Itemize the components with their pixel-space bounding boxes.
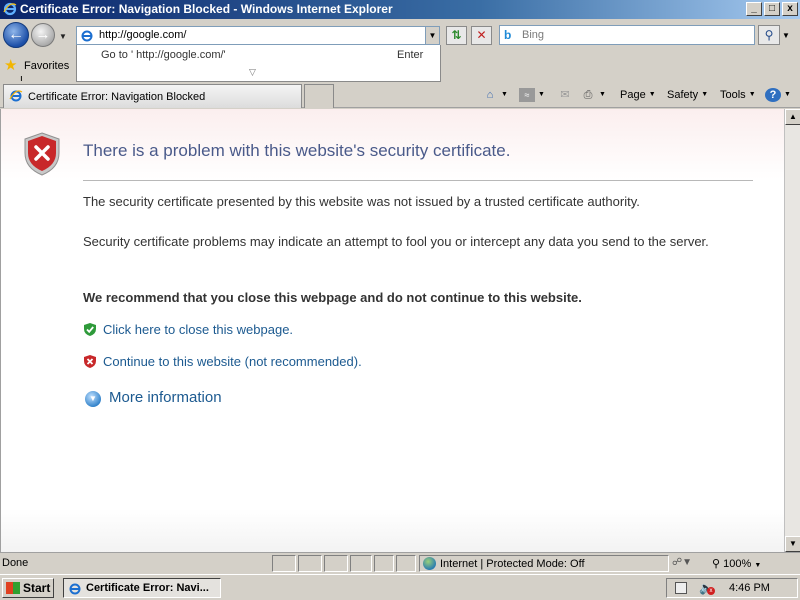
more-information-label: More information [109,389,222,406]
status-text: Done [2,557,29,569]
zoom-level: 100% [723,558,752,570]
error-warning: Security certificate problems may indica… [83,234,709,249]
status-bar: Done Internet | Protected Mode: Off ☍▼ ⚲… [0,552,800,574]
start-label: Start [23,581,51,595]
clock[interactable]: 4:46 PM [729,582,770,594]
safety-menu-label: Safety [667,89,699,101]
protected-mode-icon[interactable]: ☍▼ [672,557,692,568]
tab-certificate-error[interactable]: Certificate Error: Navigation Blocked [3,84,302,108]
ie-page-icon [81,30,93,42]
error-explanation: The security certificate presented by th… [83,194,640,209]
page-menu-label: Page [620,89,646,101]
continue-option: Continue to this website (not recommende… [83,354,583,369]
star-icon[interactable]: ★ [4,58,17,74]
more-information-toggle[interactable]: ▼ More information [85,389,222,407]
address-bar[interactable]: http://google.com/ ▼ [76,26,440,45]
status-cell [374,555,394,572]
recommendation-text: We recommend that you close this webpage… [83,290,582,305]
taskbar-item-label: Certificate Error: Navi... [86,582,209,594]
print-button[interactable]: ⎙ ▼ [580,86,606,104]
address-dropdown-button[interactable]: ▼ [425,27,439,44]
scroll-down-button[interactable]: ▼ [785,536,800,552]
mail-icon: ✉ [560,89,570,102]
refresh-button[interactable]: ⇅ [446,26,467,45]
home-icon: ⌂ [486,89,494,102]
network-icon[interactable] [675,582,687,594]
close-webpage-option: Click here to close this webpage. [83,322,583,337]
status-cell [396,555,416,572]
autocomplete-expand-icon[interactable]: ▽ [249,67,256,78]
search-box[interactable]: b Bing [499,25,755,45]
volume-muted-badge: x [707,587,715,595]
zone-text: Internet | Protected Mode: Off [440,558,585,570]
status-cell [272,555,296,572]
help-icon: ? [765,88,781,103]
expand-icon: ▼ [85,391,101,407]
print-icon: ⎙ [583,89,593,102]
system-tray: 🔈 x 4:46 PM [666,578,798,598]
status-cell [324,555,348,572]
tools-menu[interactable]: Tools ▼ [720,86,756,104]
ie-icon [9,90,23,102]
shield-x-icon [84,355,96,368]
search-placeholder: Bing [522,29,545,41]
mail-button[interactable]: ✉ [557,86,573,104]
title-bar: Certificate Error: Navigation Blocked - … [0,0,800,19]
home-button[interactable]: ⌂ ▼ [482,86,508,104]
security-zone[interactable]: Internet | Protected Mode: Off [419,555,669,572]
minimize-button[interactable]: _ [746,2,762,16]
search-options-dropdown[interactable]: ▼ [782,31,790,40]
stop-icon: ✕ [476,28,487,42]
feed-icon: ≈ [519,88,535,103]
forward-icon: → [35,26,51,43]
scroll-up-button[interactable]: ▲ [785,109,800,125]
continue-to-website-link[interactable]: Continue to this website (not recommende… [103,354,362,369]
globe-icon [423,557,436,570]
address-autocomplete: Go to ' http://google.com/' Enter ▽ [76,45,441,82]
status-cell [298,555,322,572]
forward-button[interactable]: → [31,23,55,47]
shield-error-icon [24,132,60,176]
zoom-control[interactable]: ⚲ 100% ▼ [712,557,761,570]
title-divider [83,180,753,181]
bing-icon: b [504,28,512,42]
window-title: Certificate Error: Navigation Blocked - … [20,2,393,16]
safety-menu[interactable]: Safety ▼ [667,86,708,104]
windows-flag-icon [6,582,20,594]
shield-check-icon [84,323,96,336]
taskbar-ie-window[interactable]: Certificate Error: Navi... [63,578,221,598]
help-button[interactable]: ? ▼ [765,86,791,104]
stop-button[interactable]: ✕ [471,26,492,45]
close-window-button[interactable]: x [782,2,798,16]
start-button[interactable]: Start [2,578,54,598]
zoom-icon: ⚲ [712,558,721,570]
ie-icon [69,583,81,595]
maximize-button[interactable]: □ [764,2,780,16]
ie-icon [3,2,17,16]
tools-menu-label: Tools [720,89,746,101]
vertical-scrollbar[interactable]: ▲ ▼ [784,109,800,552]
search-icon: ⚲ [764,28,774,42]
feeds-button[interactable]: ≈ ▼ [519,86,545,104]
search-button[interactable]: ⚲ [758,25,780,45]
error-title: There is a problem with this website's s… [83,141,511,160]
autocomplete-goto-item[interactable]: Go to ' http://google.com/' [101,49,226,61]
recent-pages-dropdown[interactable]: ▼ [59,32,67,41]
back-icon: ← [8,26,24,43]
tab-label: Certificate Error: Navigation Blocked [28,91,206,103]
page-menu[interactable]: Page ▼ [620,86,656,104]
back-button[interactable]: ← [3,22,29,48]
page-content: There is a problem with this website's s… [0,109,784,552]
status-cell [350,555,372,572]
refresh-icon: ⇅ [451,28,462,42]
favorites-button[interactable]: Favorites [24,60,69,72]
taskbar: Start Certificate Error: Navi... 🔈 x 4:4… [0,574,800,600]
command-bar: Certificate Error: Navigation Blocked ⌂ ▼… [0,81,800,108]
close-webpage-link[interactable]: Click here to close this webpage. [103,322,293,337]
autocomplete-enter-hint: Enter [397,49,424,61]
address-input[interactable]: http://google.com/ [99,29,186,41]
new-tab-button[interactable] [304,84,334,108]
